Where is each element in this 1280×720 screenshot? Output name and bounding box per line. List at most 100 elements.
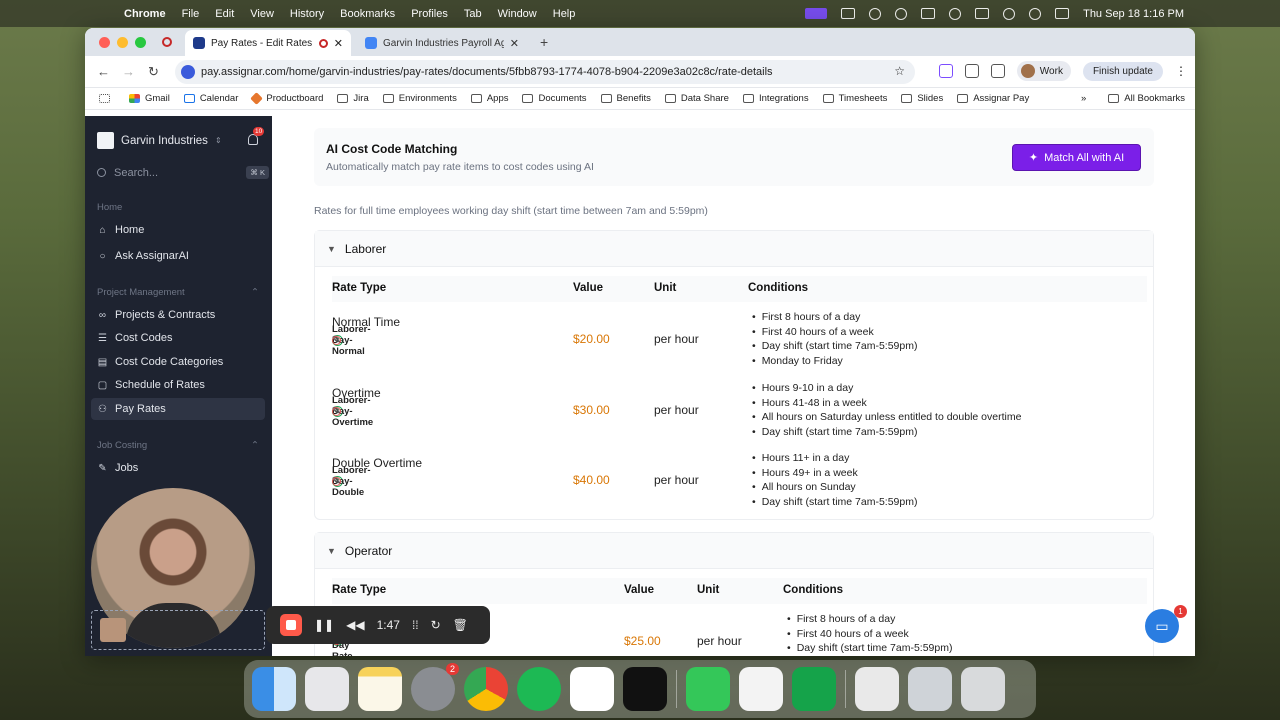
menu-file[interactable]: File — [182, 8, 200, 20]
url-field[interactable]: pay.assignar.com/home/garvin-industries/… — [175, 60, 915, 84]
chrome-icon[interactable] — [464, 667, 508, 711]
menu-window[interactable]: Window — [498, 8, 537, 20]
menu-tab[interactable]: Tab — [464, 8, 482, 20]
forward-icon[interactable]: → — [122, 64, 135, 79]
remove-icon[interactable] — [332, 335, 341, 345]
section-project-management[interactable]: Project Management ⌃ — [97, 287, 259, 298]
sidebar-item-schedule-of-rates[interactable]: ▢ Schedule of Rates — [91, 374, 265, 396]
group-header[interactable]: ▼ Laborer — [315, 231, 1153, 267]
bookmark-assignar-pay[interactable]: Assignar Pay — [957, 93, 1029, 104]
menu-bookmarks[interactable]: Bookmarks — [340, 8, 395, 20]
profile-button[interactable]: Work — [1016, 61, 1071, 81]
menu-edit[interactable]: Edit — [215, 8, 234, 20]
bookmark-productboard[interactable]: Productboard — [250, 92, 324, 105]
reload-icon[interactable]: ↻ — [148, 64, 159, 80]
bookmark-timesheets[interactable]: Timesheets — [822, 93, 887, 104]
screen-record-icon[interactable] — [805, 8, 828, 19]
pause-icon[interactable]: ❚❚ — [314, 618, 334, 632]
bookmark-apps[interactable]: Apps — [470, 93, 508, 104]
downloads-stack-icon[interactable] — [855, 667, 899, 711]
extension-record-icon[interactable] — [938, 64, 953, 78]
launchpad-icon[interactable] — [305, 667, 349, 711]
tab-pay-rates[interactable]: Pay Rates - Edit Rates Da ✕ — [185, 30, 351, 56]
menubar-clock[interactable]: Thu Sep 18 1:16 PM — [1083, 8, 1184, 20]
sidebar-item-pay-rates[interactable]: ⚇ Pay Rates — [91, 398, 265, 420]
restart-icon[interactable]: ↻ — [431, 618, 441, 632]
menu-help[interactable]: Help — [553, 8, 576, 20]
remove-icon[interactable] — [332, 406, 341, 416]
webcam-thumbnail-strip[interactable] — [91, 610, 265, 650]
textedit-icon[interactable] — [739, 667, 783, 711]
bookmark-calendar[interactable]: Calendar — [183, 93, 238, 104]
match-all-ai-button[interactable]: ✦ Match All with AI — [1012, 144, 1141, 171]
play-icon[interactable] — [949, 7, 962, 20]
grammarly-icon[interactable] — [841, 8, 856, 19]
sidebar-item-jobs[interactable]: ✎ Jobs — [91, 457, 265, 479]
checkmark-app-icon[interactable] — [895, 7, 908, 20]
condition-item: First 40 hours of a week — [787, 627, 952, 642]
group-header[interactable]: ▼ Operator — [315, 533, 1153, 569]
bookmark-integrations[interactable]: Integrations — [742, 93, 809, 104]
bookmark-slides[interactable]: Slides — [901, 93, 943, 104]
spotify-icon[interactable] — [517, 667, 561, 711]
control-center-icon[interactable] — [1055, 8, 1070, 19]
weather-icon[interactable] — [869, 7, 882, 20]
finish-update-button[interactable]: Finish update — [1082, 61, 1163, 81]
menu-view[interactable]: View — [250, 8, 274, 20]
grammarly-dock-icon[interactable] — [792, 667, 836, 711]
new-tab-icon[interactable]: + — [540, 34, 548, 50]
site-info-icon[interactable] — [181, 65, 195, 79]
spotlight-icon[interactable] — [1029, 7, 1042, 20]
grid-icon[interactable]: ⁞⁞ — [412, 618, 419, 632]
bookmark-gmail[interactable]: Gmail — [129, 93, 170, 104]
table-row: Overtime ✓ Laborer-Day-Overtime ✎ $30.00… — [332, 381, 1147, 451]
bookmark-benefits[interactable]: Benefits — [600, 93, 651, 104]
minimize-window-button[interactable] — [117, 37, 128, 48]
trash-icon[interactable]: 🗑 — [453, 618, 468, 632]
finder-icon[interactable] — [252, 667, 296, 711]
sidebar-item-cost-codes[interactable]: ☰ Cost Codes — [91, 327, 265, 349]
sidebar-item-ask-assignarai[interactable]: ○ Ask AssignarAI — [91, 245, 265, 267]
chrome-menu-icon[interactable]: ⋮ — [1175, 64, 1187, 78]
system-settings-icon[interactable]: 2 — [411, 663, 459, 711]
org-switcher[interactable]: Garvin Industries ⇕ — [97, 132, 222, 149]
apps-grid-icon[interactable] — [99, 94, 115, 103]
bookmark-data-share[interactable]: Data Share — [664, 93, 729, 104]
stop-recording-button[interactable] — [280, 614, 302, 636]
side-panel-icon[interactable] — [990, 64, 1005, 78]
all-bookmarks-button[interactable]: All Bookmarks — [1108, 93, 1185, 104]
more-bookmarks-icon[interactable]: » — [1081, 93, 1086, 104]
bookmark-environments[interactable]: Environments — [382, 93, 457, 104]
bookmark-documents[interactable]: Documents — [522, 93, 587, 104]
section-job-costing[interactable]: Job Costing ⌃ — [97, 440, 259, 451]
notes-icon[interactable] — [358, 667, 402, 711]
messages-icon[interactable] — [686, 667, 730, 711]
remove-icon[interactable] — [332, 476, 341, 486]
cube-app-icon[interactable] — [623, 667, 667, 711]
slack-icon[interactable] — [570, 667, 614, 711]
extensions-icon[interactable] — [964, 64, 979, 78]
sidebar-item-home[interactable]: ⌂ Home — [91, 219, 265, 241]
bookmark-label: Productboard — [266, 93, 324, 104]
sidebar-item-cost-code-categories[interactable]: ▤ Cost Code Categories — [91, 351, 265, 373]
menu-profiles[interactable]: Profiles — [411, 8, 448, 20]
folder-icon — [901, 94, 913, 103]
zoom-window-button[interactable] — [135, 37, 146, 48]
menu-app-name[interactable]: Chrome — [124, 8, 166, 20]
wifi-icon[interactable] — [1003, 7, 1016, 20]
close-tab-icon[interactable]: ✕ — [510, 37, 519, 50]
bookmark-star-icon[interactable]: ☆ — [894, 64, 905, 78]
sidebar-item-projects-contracts[interactable]: ∞ Projects & Contracts — [91, 304, 265, 326]
recent-window-icon[interactable] — [908, 667, 952, 711]
back-icon[interactable]: ← — [97, 64, 110, 79]
menu-history[interactable]: History — [290, 8, 324, 20]
close-tab-icon[interactable]: ✕ — [334, 37, 343, 50]
search-input[interactable]: Search... ⌘ K — [97, 166, 269, 179]
bookmark-jira[interactable]: Jira — [337, 93, 369, 104]
rewind-icon[interactable]: ◀◀ — [346, 618, 364, 632]
calendar-app-icon[interactable] — [921, 8, 936, 19]
close-window-button[interactable] — [99, 37, 110, 48]
tab-payroll-agreement[interactable]: Garvin Industries Payroll Agre ✕ — [357, 30, 527, 56]
battery-icon[interactable] — [975, 8, 990, 19]
trash-dock-icon[interactable] — [961, 667, 1005, 711]
